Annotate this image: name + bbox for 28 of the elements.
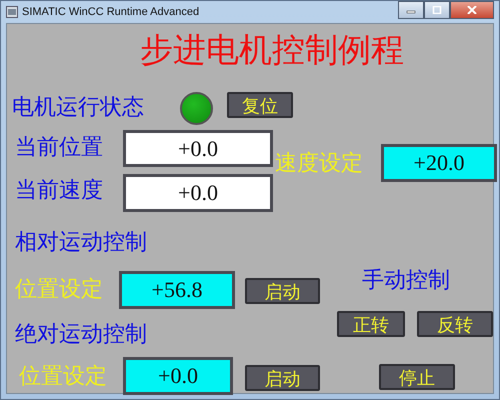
input-field[interactable]: +20.0 [381, 144, 497, 182]
label: 相对运动控制 [15, 229, 148, 257]
label: 电机运行状态 [12, 94, 145, 122]
output-field: +0.0 [123, 130, 273, 167]
hmi-button[interactable]: 复位 [227, 92, 293, 118]
label: 绝对运动控制 [15, 321, 148, 349]
output-field: +0.0 [123, 174, 273, 212]
hmi-button[interactable]: 启动 [245, 365, 320, 391]
hmi-button[interactable]: 反转 [417, 311, 493, 337]
input-field[interactable]: +0.0 [123, 357, 233, 395]
label: 手动控制 [362, 267, 451, 295]
input-field[interactable]: +56.8 [119, 271, 235, 309]
maximize-icon [432, 6, 442, 14]
maximize-button[interactable] [424, 1, 450, 19]
close-button[interactable] [450, 1, 494, 19]
minimize-button[interactable] [398, 1, 424, 19]
label: 速度设定 [275, 150, 364, 178]
app-icon [6, 6, 18, 18]
label: 位置设定 [15, 276, 104, 304]
window-title: SIMATIC WinCC Runtime Advanced [22, 6, 200, 18]
label: 位置设定 [19, 363, 108, 391]
label: 当前速度 [15, 177, 104, 205]
hmi-button[interactable]: 正转 [337, 311, 405, 337]
screen-title: 步进电机控制例程 [139, 30, 405, 70]
hmi-button[interactable]: 停止 [379, 364, 455, 390]
close-icon [467, 6, 477, 14]
label: 当前位置 [15, 134, 104, 162]
hmi-button[interactable]: 启动 [245, 278, 320, 304]
